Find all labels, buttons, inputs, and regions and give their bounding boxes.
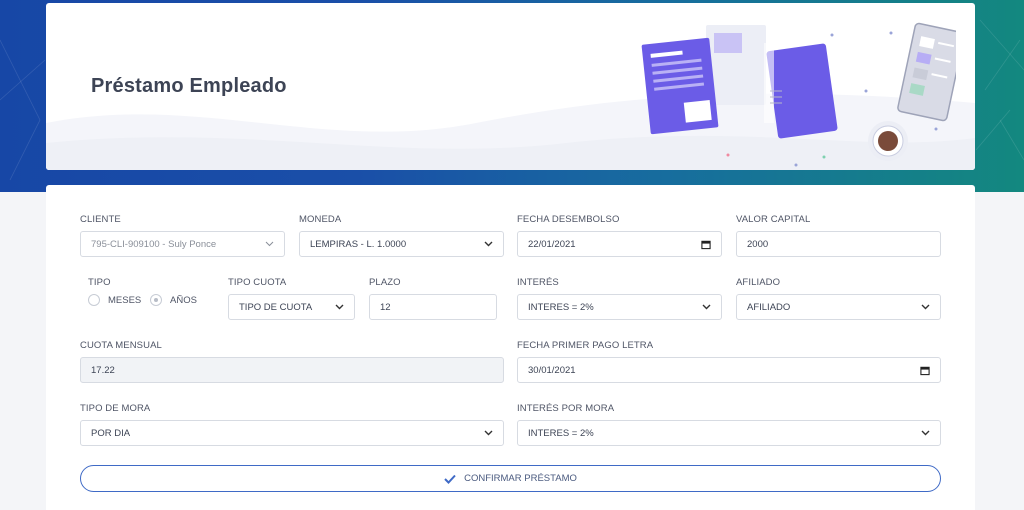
interes-value: INTERES = 2% — [528, 301, 594, 313]
moneda-label: MONEDA — [299, 214, 342, 225]
cuota-mensual-value: 17.22 — [91, 364, 115, 376]
page-title: Préstamo Empleado — [91, 75, 287, 97]
valor-capital-label: VALOR CAPITAL — [736, 214, 811, 225]
tipo-mora-value: POR DIA — [91, 427, 131, 439]
tipo-cuota-select[interactable]: TIPO DE CUOTA — [228, 294, 355, 320]
fecha-desembolso-label: FECHA DESEMBOLSO — [517, 214, 620, 225]
loan-form: CLIENTE 795-CLI-909100 - Suly Ponce MONE… — [46, 185, 975, 510]
chevron-down-icon — [920, 302, 930, 312]
interes-label: INTERÉS — [517, 277, 559, 288]
confirm-loan-label: CONFIRMAR PRÉSTAMO — [464, 473, 577, 484]
calendar-icon[interactable] — [701, 239, 711, 249]
fecha-desembolso-input[interactable]: 22/01/2021 — [517, 231, 722, 257]
documents-illustration — [641, 22, 956, 167]
moneda-select[interactable]: LEMPIRAS - L. 1.0000 — [299, 231, 504, 257]
valor-capital-input[interactable]: 2000 — [736, 231, 941, 257]
radio-anos[interactable] — [150, 294, 162, 306]
header-card: Préstamo Empleado — [46, 3, 975, 170]
tipo-mora-label: TIPO DE MORA — [80, 403, 151, 414]
cuota-mensual-label: CUOTA MENSUAL — [80, 340, 162, 351]
valor-capital-value: 2000 — [747, 238, 769, 250]
radio-meses-label: MESES — [108, 294, 142, 306]
chevron-down-icon — [920, 428, 930, 438]
cuota-mensual-field: 17.22 — [80, 357, 504, 383]
radio-anos-label: AÑOS — [170, 294, 197, 306]
fecha-primer-pago-label: FECHA PRIMER PAGO LETRA — [517, 340, 654, 351]
interes-mora-label: INTERÉS POR MORA — [517, 403, 615, 414]
confirm-loan-button[interactable]: CONFIRMAR PRÉSTAMO — [80, 465, 941, 492]
fecha-primer-pago-input[interactable]: 30/01/2021 — [517, 357, 941, 383]
afiliado-value: AFILIADO — [747, 301, 791, 313]
plazo-value: 12 — [380, 301, 391, 313]
tipo-mora-select[interactable]: POR DIA — [80, 420, 504, 446]
calendar-icon[interactable] — [920, 365, 930, 375]
plazo-input[interactable]: 12 — [369, 294, 497, 320]
tipo-radio-anos[interactable]: AÑOS — [150, 294, 197, 306]
radio-meses[interactable] — [88, 294, 100, 306]
chevron-down-icon — [334, 302, 344, 312]
tipo-cuota-label: TIPO CUOTA — [228, 277, 287, 288]
chevron-down-icon — [483, 428, 493, 438]
chevron-down-icon — [264, 239, 274, 249]
tipo-cuota-value: TIPO DE CUOTA — [239, 301, 313, 313]
fecha-desembolso-value: 22/01/2021 — [528, 238, 576, 250]
interes-mora-value: INTERES = 2% — [528, 427, 594, 439]
check-icon — [444, 474, 456, 484]
chevron-down-icon — [483, 239, 493, 249]
interes-select[interactable]: INTERES = 2% — [517, 294, 722, 320]
chevron-down-icon — [701, 302, 711, 312]
fecha-primer-pago-value: 30/01/2021 — [528, 364, 576, 376]
plazo-label: PLAZO — [369, 277, 401, 288]
moneda-value: LEMPIRAS - L. 1.0000 — [310, 238, 407, 250]
cliente-select[interactable]: 795-CLI-909100 - Suly Ponce — [80, 231, 285, 257]
tipo-label: TIPO — [88, 277, 111, 288]
cliente-value: 795-CLI-909100 - Suly Ponce — [91, 238, 217, 250]
tipo-radio-meses[interactable]: MESES — [88, 294, 141, 306]
afiliado-label: AFILIADO — [736, 277, 781, 288]
interes-mora-select[interactable]: INTERES = 2% — [517, 420, 941, 446]
cliente-label: CLIENTE — [80, 214, 121, 225]
afiliado-select[interactable]: AFILIADO — [736, 294, 941, 320]
